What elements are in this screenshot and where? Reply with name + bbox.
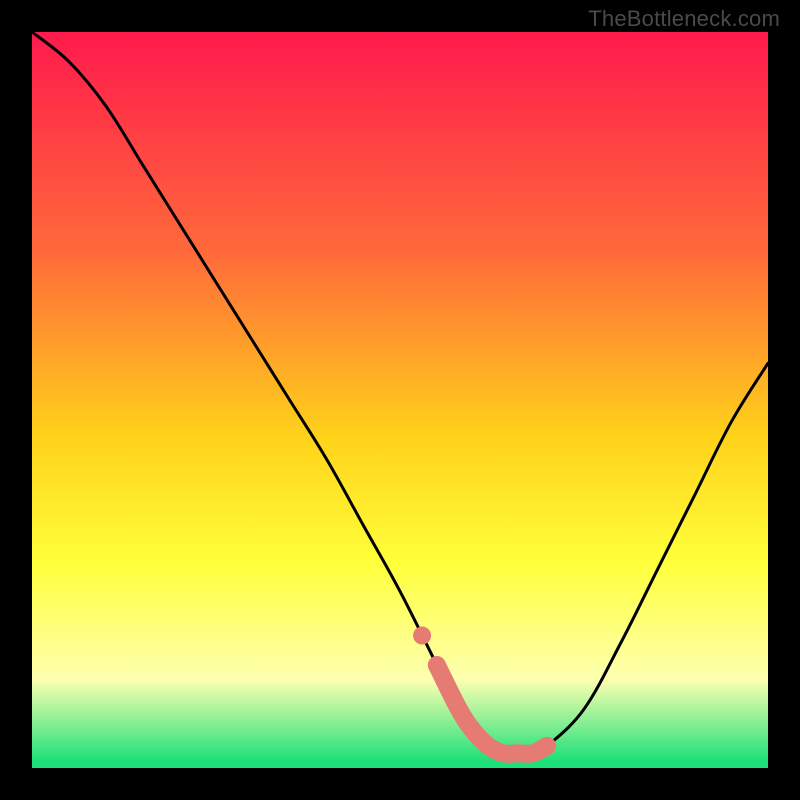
watermark-text: TheBottleneck.com <box>588 6 780 32</box>
accent-dot-1 <box>413 627 431 645</box>
accent-segment <box>437 665 547 754</box>
accent-dot-2 <box>435 671 453 689</box>
bottleneck-curve <box>32 32 768 754</box>
curve-layer <box>32 32 768 768</box>
chart-stage: TheBottleneck.com <box>0 0 800 800</box>
plot-area <box>32 32 768 768</box>
